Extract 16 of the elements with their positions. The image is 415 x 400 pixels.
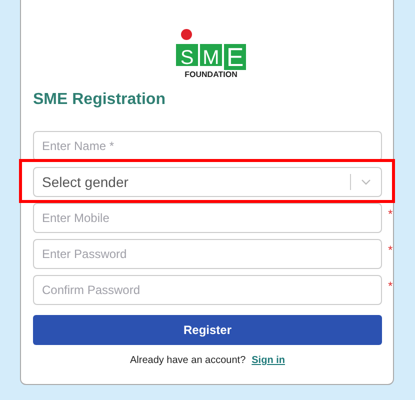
logo-subtitle: FOUNDATION xyxy=(184,70,238,79)
sign-in-link[interactable]: Sign in xyxy=(252,355,285,366)
input-field[interactable]: Confirm Password xyxy=(33,275,382,305)
account-prompt: Already have an account? xyxy=(130,355,246,366)
required-mark: * xyxy=(388,243,393,257)
register-button[interactable]: Register xyxy=(33,315,382,345)
input-field[interactable]: Enter Name * xyxy=(33,131,382,161)
logo-dot-icon xyxy=(181,29,192,40)
required-mark: * xyxy=(388,279,393,293)
logo-letters: S M E xyxy=(176,44,246,70)
form-title: SME Registration xyxy=(33,91,166,109)
required-mark: * xyxy=(388,207,393,221)
input-field[interactable]: Enter Mobile xyxy=(33,203,382,233)
gender-select[interactable]: Select gender xyxy=(33,167,382,197)
chevron-down-icon xyxy=(361,179,371,185)
input-field[interactable]: Enter Password xyxy=(33,239,382,269)
